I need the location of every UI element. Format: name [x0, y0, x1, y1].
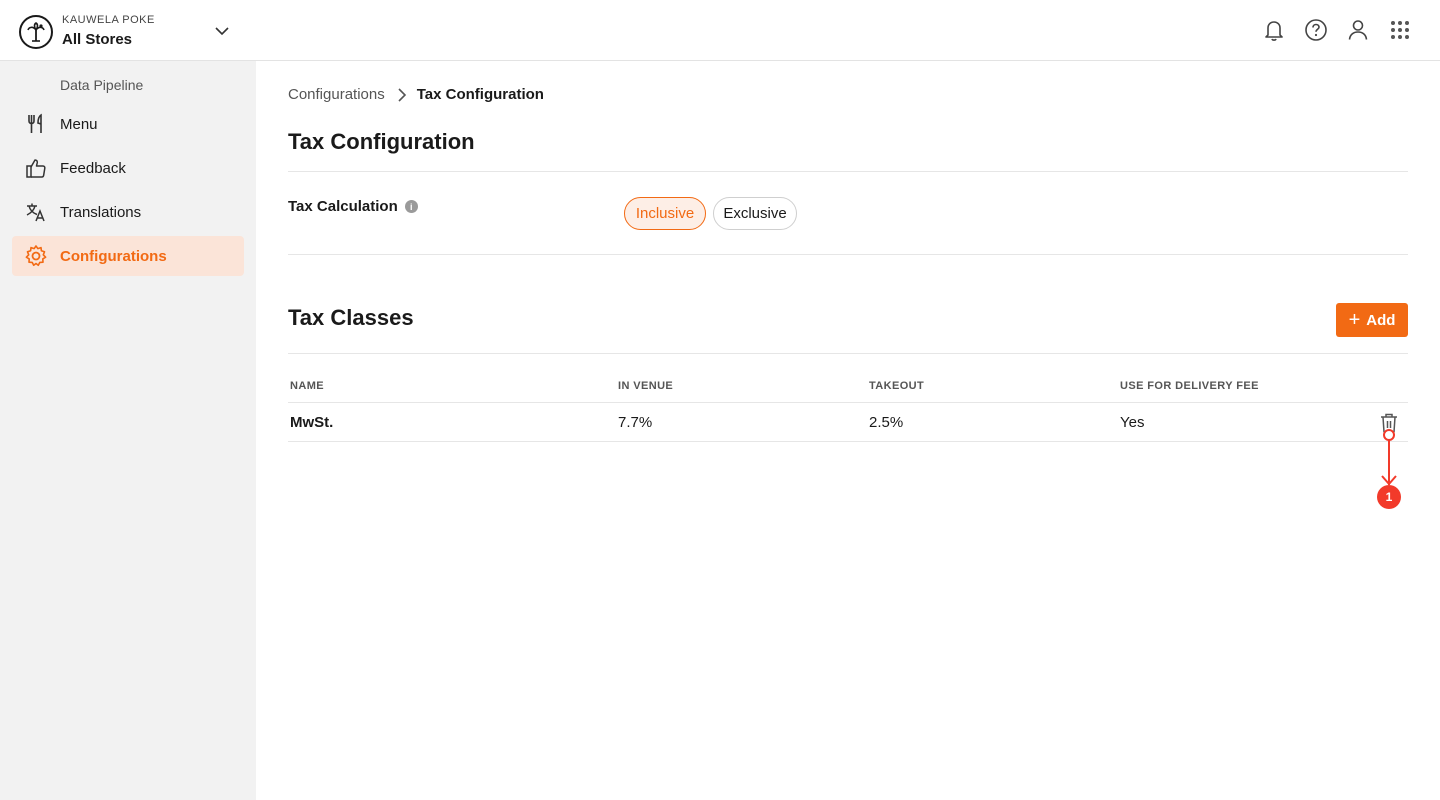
breadcrumb-configurations-link[interactable]: Configurations: [288, 86, 385, 103]
fork-knife-icon: [23, 111, 49, 137]
divider: [288, 353, 1408, 354]
divider: [288, 254, 1408, 255]
column-header-delivery-fee[interactable]: USE FOR DELIVERY FEE: [1120, 380, 1259, 392]
user-icon[interactable]: [1346, 17, 1370, 43]
add-tax-class-button[interactable]: + Add: [1336, 303, 1408, 337]
apps-grid-icon[interactable]: [1388, 17, 1412, 43]
annotation-anchor-dot: [1383, 429, 1395, 441]
org-name: KAUWELA POKE: [62, 14, 155, 26]
tax-class-name[interactable]: MwSt.: [290, 414, 333, 431]
top-bar: KAUWELA POKE All Stores: [0, 0, 1440, 61]
sidebar-item-label: Feedback: [60, 159, 126, 177]
tax-calculation-text: Tax Calculation: [288, 198, 398, 215]
info-icon[interactable]: i: [404, 200, 418, 213]
inclusive-option-button[interactable]: Inclusive: [624, 197, 706, 230]
tax-class-in-venue: 7.7%: [618, 414, 653, 431]
store-switcher[interactable]: KAUWELA POKE All Stores: [19, 13, 155, 50]
breadcrumb: Configurations Tax Configuration: [288, 86, 544, 103]
gear-icon: [23, 243, 49, 269]
palm-tree-logo-icon: [19, 14, 53, 49]
plus-icon: +: [1348, 309, 1361, 331]
tax-classes-title: Tax Classes: [288, 305, 414, 330]
store-name: All Stores: [62, 31, 133, 48]
table-row-divider: [288, 441, 1408, 442]
thumbs-up-icon: [23, 155, 49, 181]
sidebar: Data Pipeline Menu Feedback Translations…: [0, 61, 256, 800]
divider: [288, 171, 1408, 172]
sidebar-item-label: Translations: [60, 203, 142, 221]
sidebar-item-menu[interactable]: Menu: [12, 104, 244, 144]
tax-class-delivery-fee: Yes: [1120, 414, 1145, 431]
sidebar-item-label: Menu: [60, 115, 98, 133]
help-icon[interactable]: [1304, 17, 1328, 43]
sidebar-item-data-pipeline[interactable]: Data Pipeline: [60, 77, 143, 93]
translate-icon: [23, 199, 49, 225]
sidebar-item-feedback[interactable]: Feedback: [12, 148, 244, 188]
column-header-takeout[interactable]: TAKEOUT: [869, 380, 924, 392]
page-title: Tax Configuration: [288, 129, 475, 154]
table-header-divider: [288, 402, 1408, 403]
sidebar-item-label: Configurations: [60, 247, 167, 265]
sidebar-item-translations[interactable]: Translations: [12, 192, 244, 232]
tax-calculation-label: Tax Calculation i: [288, 198, 418, 215]
column-header-in-venue[interactable]: IN VENUE: [618, 380, 673, 392]
add-button-label: Add: [1366, 311, 1396, 329]
sidebar-item-configurations[interactable]: Configurations: [12, 236, 244, 276]
chevron-down-icon[interactable]: [213, 22, 231, 40]
bell-icon[interactable]: [1262, 17, 1286, 43]
breadcrumb-current: Tax Configuration: [416, 86, 544, 103]
annotation-badge: 1: [1377, 485, 1401, 509]
exclusive-option-button[interactable]: Exclusive: [713, 197, 797, 230]
tax-class-takeout: 2.5%: [869, 414, 904, 431]
chevron-right-icon: [394, 87, 410, 103]
column-header-name[interactable]: NAME: [290, 380, 324, 392]
